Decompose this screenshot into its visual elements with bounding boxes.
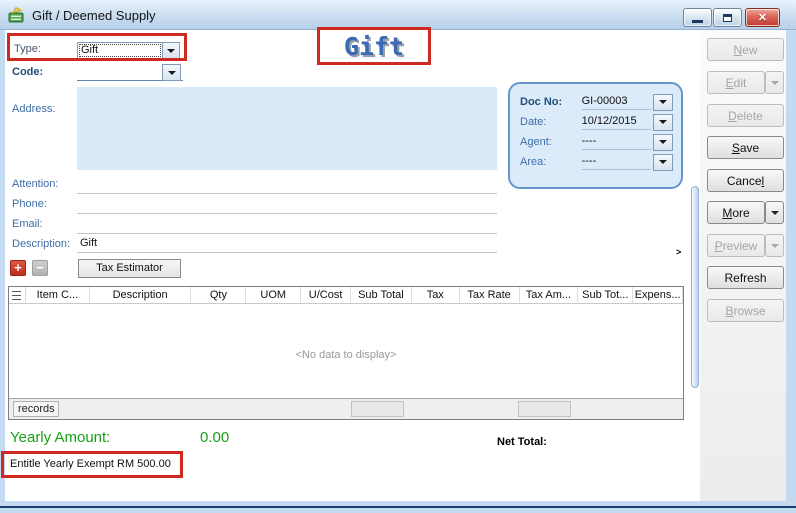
chevron-down-icon bbox=[659, 140, 667, 144]
area-row: Area: ---- bbox=[520, 152, 673, 172]
type-dropdown-button[interactable] bbox=[162, 43, 179, 58]
preview-button[interactable]: Preview bbox=[707, 234, 765, 257]
area-value[interactable]: ---- bbox=[582, 155, 652, 170]
delete-button[interactable]: Delete bbox=[707, 104, 784, 127]
chevron-down-icon bbox=[659, 160, 667, 164]
empty-grid-message: <No data to display> bbox=[9, 349, 683, 361]
attention-input[interactable] bbox=[77, 178, 497, 194]
grid-column-header-5[interactable]: Sub Total bbox=[351, 287, 412, 303]
browse-button[interactable]: Browse bbox=[707, 299, 784, 322]
code-label: Code: bbox=[12, 66, 43, 78]
doc-no-dropdown-button[interactable] bbox=[653, 94, 673, 111]
collapse-arrow-icon: > bbox=[676, 247, 681, 257]
grid-column-header-10[interactable]: Expens... bbox=[633, 287, 683, 303]
grid-column-header-4[interactable]: U/Cost bbox=[301, 287, 351, 303]
column-chooser-icon bbox=[12, 291, 21, 300]
app-window: Gift / Deemed Supply ✕ Type: Gift Code: … bbox=[0, 0, 796, 513]
save-button[interactable]: Save bbox=[707, 136, 784, 159]
area-label: Area: bbox=[520, 156, 582, 168]
chevron-down-icon bbox=[771, 81, 779, 85]
description-label: Description: bbox=[12, 238, 70, 250]
doc-no-value[interactable]: GI-00003 bbox=[582, 95, 652, 110]
email-input[interactable] bbox=[77, 218, 497, 234]
window-icon bbox=[8, 6, 26, 24]
panel-splitter-handle[interactable] bbox=[691, 186, 699, 388]
chevron-down-icon bbox=[771, 244, 779, 248]
phone-input[interactable] bbox=[77, 198, 497, 214]
edit-dropdown-button[interactable] bbox=[765, 71, 784, 94]
grid-footer: records bbox=[9, 398, 683, 419]
agent-label: Agent: bbox=[520, 136, 582, 148]
address-label: Address: bbox=[12, 103, 55, 115]
restore-icon bbox=[723, 14, 732, 22]
cancel-button[interactable]: Cancel bbox=[707, 169, 784, 192]
title-bar: Gift / Deemed Supply ✕ bbox=[0, 0, 796, 30]
chevron-down-icon bbox=[659, 100, 667, 104]
plus-icon: + bbox=[14, 260, 22, 275]
window-title: Gift / Deemed Supply bbox=[32, 8, 156, 23]
document-info-panel: Doc No: GI-00003 Date: 10/12/2015 Agent:… bbox=[508, 82, 683, 189]
remove-row-button[interactable]: − bbox=[32, 260, 48, 276]
tax-estimator-button[interactable]: Tax Estimator bbox=[78, 259, 181, 278]
add-row-button[interactable]: + bbox=[10, 260, 26, 276]
records-count-box: records bbox=[13, 401, 59, 417]
grid-column-header-8[interactable]: Tax Am... bbox=[520, 287, 579, 303]
maximize-button[interactable] bbox=[713, 8, 742, 27]
new-button[interactable]: New bbox=[707, 38, 784, 61]
net-total-label: Net Total: bbox=[497, 436, 547, 448]
chevron-down-icon bbox=[167, 49, 175, 53]
grid-column-header-9[interactable]: Sub Tot... bbox=[578, 287, 633, 303]
grid-column-header-3[interactable]: UOM bbox=[246, 287, 301, 303]
minimize-button[interactable] bbox=[683, 8, 712, 27]
doc-no-row: Doc No: GI-00003 bbox=[520, 92, 673, 112]
agent-row: Agent: ---- bbox=[520, 132, 673, 152]
subtotal-summary-cell bbox=[351, 401, 404, 417]
phone-label: Phone: bbox=[12, 198, 47, 210]
exempt-note-text: Entitle Yearly Exempt RM 500.00 bbox=[10, 458, 171, 470]
close-button[interactable]: ✕ bbox=[745, 8, 780, 27]
column-chooser-button[interactable] bbox=[9, 287, 26, 303]
yearly-amount-label: Yearly Amount: bbox=[10, 429, 110, 446]
items-grid: Item C...DescriptionQtyUOMU/CostSub Tota… bbox=[8, 286, 684, 420]
address-input[interactable] bbox=[77, 87, 497, 170]
code-dropdown-button[interactable] bbox=[162, 64, 181, 81]
type-label: Type: bbox=[14, 43, 41, 55]
agent-dropdown-button[interactable] bbox=[653, 134, 673, 151]
doc-no-label: Doc No: bbox=[520, 96, 582, 108]
date-row: Date: 10/12/2015 bbox=[520, 112, 673, 132]
refresh-button[interactable]: Refresh bbox=[707, 266, 784, 289]
chevron-down-icon bbox=[659, 120, 667, 124]
tax-amount-summary-cell bbox=[518, 401, 571, 417]
grid-column-header-0[interactable]: Item C... bbox=[26, 287, 90, 303]
date-dropdown-button[interactable] bbox=[653, 114, 673, 131]
minimize-icon bbox=[692, 20, 703, 23]
close-icon: ✕ bbox=[758, 11, 767, 24]
window-bottom-border bbox=[0, 506, 796, 508]
minus-icon: − bbox=[36, 260, 44, 275]
more-button[interactable]: More bbox=[707, 201, 765, 224]
chevron-down-icon bbox=[771, 211, 779, 215]
grid-column-header-2[interactable]: Qty bbox=[191, 287, 246, 303]
agent-value[interactable]: ---- bbox=[582, 135, 652, 150]
grid-header-row: Item C...DescriptionQtyUOMU/CostSub Tota… bbox=[9, 287, 683, 304]
yearly-amount-value: 0.00 bbox=[200, 429, 229, 446]
grid-column-header-6[interactable]: Tax bbox=[412, 287, 460, 303]
email-label: Email: bbox=[12, 218, 43, 230]
more-dropdown-button[interactable] bbox=[765, 201, 784, 224]
preview-dropdown-button[interactable] bbox=[765, 234, 784, 257]
type-combobox[interactable]: Gift bbox=[77, 42, 180, 59]
type-value: Gift bbox=[78, 43, 162, 58]
grid-column-header-7[interactable]: Tax Rate bbox=[460, 287, 520, 303]
grid-body[interactable]: <No data to display> bbox=[9, 304, 683, 398]
date-label: Date: bbox=[520, 116, 582, 128]
area-dropdown-button[interactable] bbox=[653, 154, 673, 171]
chevron-down-icon bbox=[168, 71, 176, 75]
grid-column-header-1[interactable]: Description bbox=[90, 287, 192, 303]
description-input[interactable]: Gift bbox=[77, 237, 497, 253]
attention-label: Attention: bbox=[12, 178, 58, 190]
edit-button[interactable]: Edit bbox=[707, 71, 765, 94]
date-value[interactable]: 10/12/2015 bbox=[582, 115, 652, 130]
